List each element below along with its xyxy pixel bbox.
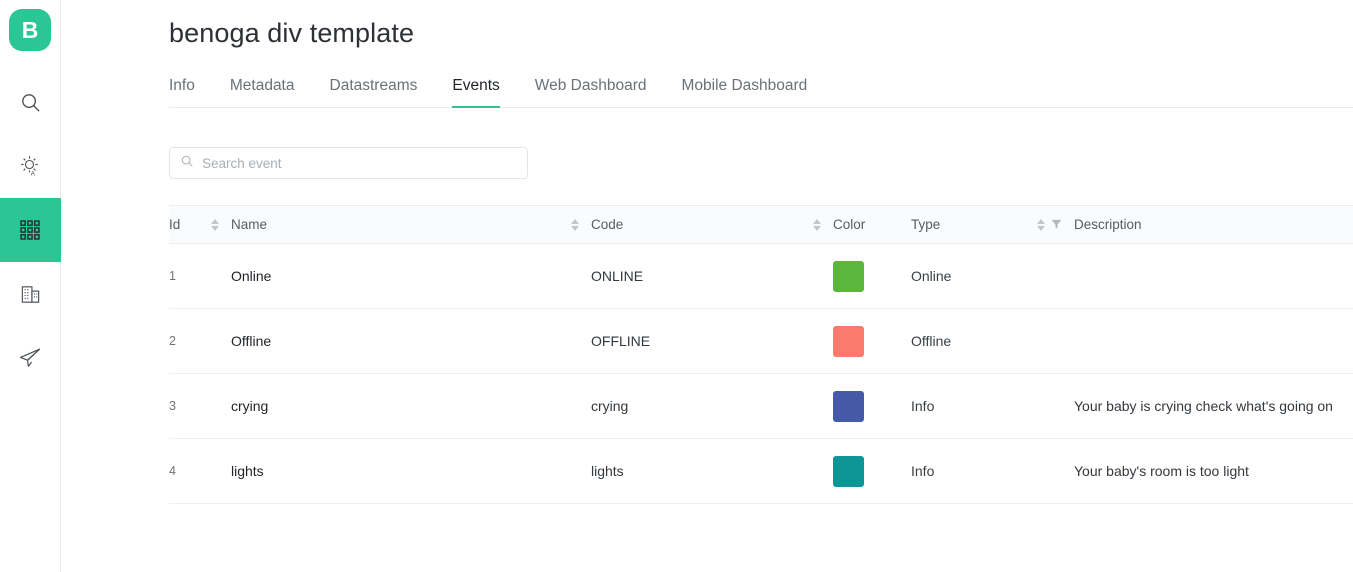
tab-mobile-dashboard[interactable]: Mobile Dashboard (682, 77, 808, 108)
tab-bar: Info Metadata Datastreams Events Web Das… (169, 70, 1353, 108)
table-body: 1 Online ONLINE Online 2 Offline OFFLINE (169, 243, 1353, 504)
search-input[interactable] (202, 155, 517, 171)
table-row[interactable]: 4 lights lights Info Your baby's room is… (169, 438, 1353, 504)
column-header-name[interactable]: Name (231, 205, 591, 244)
table-row[interactable]: 2 Offline OFFLINE Offline (169, 308, 1353, 374)
column-header-id[interactable]: Id (169, 205, 231, 244)
tab-metadata[interactable]: Metadata (230, 77, 295, 108)
app-root: B A benoga div template Info Metadata Da… (0, 0, 1353, 572)
brightness-icon: A (18, 154, 42, 178)
cell-type: Offline (911, 308, 1074, 374)
cell-type: Online (911, 243, 1074, 309)
svg-text:A: A (31, 171, 36, 178)
cell-description: Your baby's room is too light (1074, 438, 1353, 504)
cell-name: crying (231, 373, 591, 439)
send-icon (18, 346, 42, 370)
column-label-type: Type (911, 217, 941, 232)
column-header-type[interactable]: Type (911, 205, 1074, 244)
table-head: Id Name Code Color Type Description (169, 205, 1353, 244)
cell-name: lights (231, 438, 591, 504)
color-swatch (833, 455, 864, 487)
events-table-element: Id Name Code Color Type Description 1 On… (169, 205, 1353, 504)
color-swatch (833, 390, 864, 422)
cell-description (1074, 308, 1353, 374)
column-header-code[interactable]: Code (591, 205, 833, 244)
cell-type: Info (911, 438, 1074, 504)
sidebar-item-brightness[interactable]: A (0, 134, 61, 198)
cell-name: Online (231, 243, 591, 309)
main-content: benoga div template Info Metadata Datast… (61, 0, 1353, 572)
cell-color (833, 308, 911, 374)
column-label-name: Name (231, 217, 268, 232)
color-swatch (833, 325, 864, 357)
cell-id: 3 (169, 373, 231, 439)
cell-description: Your baby is crying check what's going o… (1074, 373, 1353, 439)
events-table: Id Name Code Color Type Description 1 On… (169, 205, 1353, 504)
page-title: benoga div template (169, 18, 415, 48)
sort-icon-id[interactable] (211, 218, 219, 231)
cell-code: lights (591, 438, 833, 504)
cell-description (1074, 243, 1353, 309)
table-row[interactable]: 3 crying crying Info Your baby is crying… (169, 373, 1353, 439)
column-label-description: Description (1074, 217, 1142, 232)
cell-code: ONLINE (591, 243, 833, 309)
sidebar-item-search[interactable] (0, 70, 61, 134)
column-header-color: Color (833, 205, 911, 244)
cell-color (833, 373, 911, 439)
search-icon (180, 154, 194, 173)
column-label-code: Code (591, 217, 624, 232)
sidebar: B A (0, 0, 61, 572)
cell-name: Offline (231, 308, 591, 374)
cell-id: 1 (169, 243, 231, 309)
search-icon (19, 91, 42, 114)
cell-color (833, 438, 911, 504)
tab-events[interactable]: Events (452, 77, 500, 108)
cell-code: crying (591, 373, 833, 439)
apps-grid-icon (19, 219, 41, 241)
cell-color (833, 243, 911, 309)
cell-id: 4 (169, 438, 231, 504)
cell-code: OFFLINE (591, 308, 833, 374)
tab-datastreams[interactable]: Datastreams (330, 77, 418, 108)
column-label-id: Id (169, 217, 181, 232)
search-box[interactable] (169, 147, 528, 179)
tab-info[interactable]: Info (169, 77, 195, 108)
brand-logo[interactable]: B (9, 9, 51, 51)
brand-logo-letter: B (21, 16, 39, 43)
column-label-color: Color (833, 217, 866, 232)
table-header-row: Id Name Code Color Type Description (169, 205, 1353, 244)
sidebar-item-organization[interactable] (0, 262, 61, 326)
sort-icon-type[interactable] (1037, 218, 1045, 231)
sidebar-item-apps[interactable] (0, 198, 61, 262)
color-swatch (833, 260, 864, 292)
column-header-description: Description (1074, 205, 1353, 244)
table-row[interactable]: 1 Online ONLINE Online (169, 243, 1353, 309)
sidebar-item-send[interactable] (0, 326, 61, 390)
building-icon (19, 283, 42, 306)
filter-icon-type[interactable] (1051, 219, 1062, 230)
cell-id: 2 (169, 308, 231, 374)
sort-icon-name[interactable] (571, 218, 579, 231)
sort-icon-code[interactable] (813, 218, 821, 231)
cell-type: Info (911, 373, 1074, 439)
tab-web-dashboard[interactable]: Web Dashboard (535, 77, 647, 108)
